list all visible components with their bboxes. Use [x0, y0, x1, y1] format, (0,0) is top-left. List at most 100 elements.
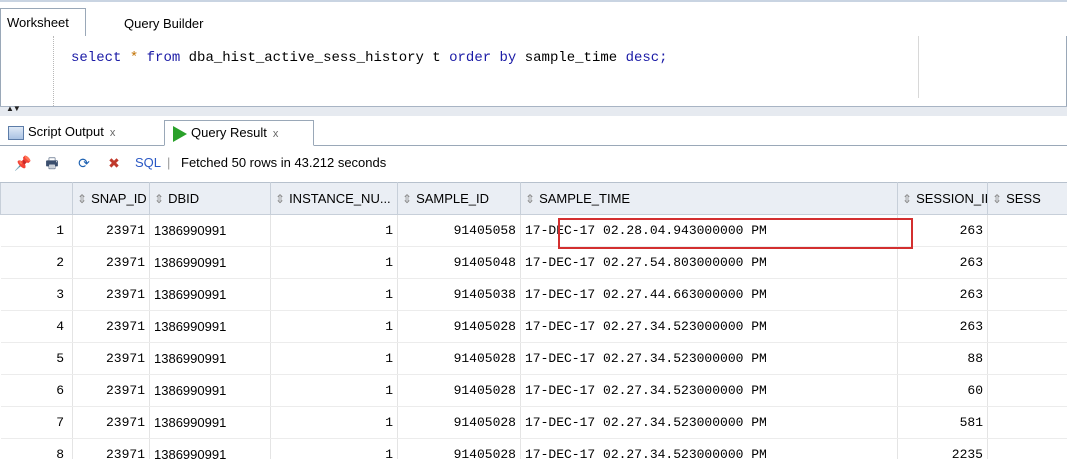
tab-query-result[interactable]: Query Result x: [164, 120, 314, 146]
cell-instance-number[interactable]: 1: [270, 438, 398, 459]
sort-icon[interactable]: ⇕: [77, 192, 87, 206]
cell-session-serial[interactable]: [987, 342, 1067, 375]
cell-sample-time[interactable]: 17-DEC-17 02.27.34.523000000 PM: [520, 342, 898, 375]
tab-script-output[interactable]: Script Output x: [4, 120, 162, 146]
cell-snap-id[interactable]: 23971: [72, 310, 150, 343]
sql-statement[interactable]: select * from dba_hist_active_sess_histo…: [71, 50, 668, 66]
cell-dbid[interactable]: 1386990991: [149, 342, 271, 375]
cell-instance-number[interactable]: 1: [270, 374, 398, 407]
cell-session-id[interactable]: 581: [897, 406, 988, 439]
column-header-sample-time[interactable]: ⇕ SAMPLE_TIME: [520, 182, 898, 215]
cell-session-serial[interactable]: [987, 406, 1067, 439]
cell-snap-id[interactable]: 23971: [72, 278, 150, 311]
cell-sample-id[interactable]: 91405058: [397, 214, 521, 247]
cell-sample-time[interactable]: 17-DEC-17 02.27.34.523000000 PM: [520, 406, 898, 439]
cell-sample-id[interactable]: 91405028: [397, 406, 521, 439]
cell-sample-id[interactable]: 91405028: [397, 310, 521, 343]
cell-dbid[interactable]: 1386990991: [149, 246, 271, 279]
print-icon[interactable]: 🖶: [44, 155, 60, 171]
sort-icon[interactable]: ⇕: [525, 192, 535, 206]
cell-sample-time[interactable]: 17-DEC-17 02.27.54.803000000 PM: [520, 246, 898, 279]
delete-icon[interactable]: ✖: [106, 155, 122, 171]
close-script-output-icon[interactable]: x: [110, 127, 116, 139]
row-number[interactable]: 1: [0, 214, 73, 247]
table-row[interactable]: 1 23971 1386990991 1 91405058 17-DEC-17 02.28…: [0, 214, 1067, 247]
cell-snap-id[interactable]: 23971: [72, 406, 150, 439]
cell-sample-id[interactable]: 91405028: [397, 438, 521, 459]
table-row[interactable]: 7 23971 1386990991 1 91405028 17-DEC-17 02.27…: [0, 406, 1067, 439]
cell-session-id[interactable]: 88: [897, 342, 988, 375]
sort-icon[interactable]: ⇕: [902, 192, 912, 206]
table-row[interactable]: 6 23971 1386990991 1 91405028 17-DEC-17 02.27…: [0, 374, 1067, 407]
cell-dbid[interactable]: 1386990991: [149, 438, 271, 459]
row-number[interactable]: 8: [0, 438, 73, 459]
cell-session-id[interactable]: 263: [897, 246, 988, 279]
row-number[interactable]: 4: [0, 310, 73, 343]
cell-instance-number[interactable]: 1: [270, 246, 398, 279]
cell-dbid[interactable]: 1386990991: [149, 278, 271, 311]
result-grid[interactable]: ⇕ SNAP_ID ⇕ DBID ⇕ INSTANCE_NU... ⇕ SAMPLE_I…: [0, 182, 1067, 459]
row-number[interactable]: 6: [0, 374, 73, 407]
cell-sample-id[interactable]: 91405028: [397, 374, 521, 407]
sort-icon[interactable]: ⇕: [154, 192, 164, 206]
cell-session-id[interactable]: 2235: [897, 438, 988, 459]
column-header-dbid[interactable]: ⇕ DBID: [149, 182, 271, 215]
cell-session-id[interactable]: 60: [897, 374, 988, 407]
cell-session-serial[interactable]: [987, 438, 1067, 459]
cell-session-serial[interactable]: [987, 310, 1067, 343]
column-header-snap-id[interactable]: ⇕ SNAP_ID: [72, 182, 150, 215]
cell-instance-number[interactable]: 1: [270, 310, 398, 343]
cell-sample-id[interactable]: 91405028: [397, 342, 521, 375]
cell-session-serial[interactable]: [987, 278, 1067, 311]
cell-sample-time[interactable]: 17-DEC-17 02.28.04.943000000 PM: [520, 214, 898, 247]
tab-query-builder[interactable]: Query Builder: [118, 10, 209, 38]
cell-session-serial[interactable]: [987, 246, 1067, 279]
cell-sample-id[interactable]: 91405048: [397, 246, 521, 279]
column-header-session-id[interactable]: ⇕ SESSION_ID: [897, 182, 988, 215]
cell-instance-number[interactable]: 1: [270, 406, 398, 439]
column-header-session-serial[interactable]: ⇕ SESS: [987, 182, 1067, 215]
cell-snap-id[interactable]: 23971: [72, 342, 150, 375]
sort-icon[interactable]: ⇕: [275, 192, 285, 206]
row-number[interactable]: 5: [0, 342, 73, 375]
cell-instance-number[interactable]: 1: [270, 342, 398, 375]
cell-dbid[interactable]: 1386990991: [149, 310, 271, 343]
cell-snap-id[interactable]: 23971: [72, 246, 150, 279]
cell-sample-time[interactable]: 17-DEC-17 02.27.34.523000000 PM: [520, 438, 898, 459]
table-row[interactable]: 4 23971 1386990991 1 91405028 17-DEC-17 02.27…: [0, 310, 1067, 343]
cell-dbid[interactable]: 1386990991: [149, 374, 271, 407]
pane-splitter[interactable]: ▲▼: [0, 104, 1067, 116]
table-row[interactable]: 2 23971 1386990991 1 91405048 17-DEC-17 02.27…: [0, 246, 1067, 279]
cell-snap-id[interactable]: 23971: [72, 374, 150, 407]
tab-worksheet[interactable]: Worksheet: [0, 8, 86, 36]
cell-sample-time[interactable]: 17-DEC-17 02.27.44.663000000 PM: [520, 278, 898, 311]
sql-button[interactable]: SQL: [135, 155, 161, 170]
cell-session-id[interactable]: 263: [897, 278, 988, 311]
table-row[interactable]: 5 23971 1386990991 1 91405028 17-DEC-17 02.27…: [0, 342, 1067, 375]
sql-editor[interactable]: select * from dba_hist_active_sess_histo…: [0, 36, 1067, 106]
cell-instance-number[interactable]: 1: [270, 214, 398, 247]
row-number[interactable]: 2: [0, 246, 73, 279]
cell-sample-time[interactable]: 17-DEC-17 02.27.34.523000000 PM: [520, 310, 898, 343]
close-query-result-icon[interactable]: x: [273, 128, 279, 140]
cell-session-serial[interactable]: [987, 214, 1067, 247]
column-header-instance-number[interactable]: ⇕ INSTANCE_NU...: [270, 182, 398, 215]
cell-dbid[interactable]: 1386990991: [149, 406, 271, 439]
sort-icon[interactable]: ⇕: [992, 192, 1002, 206]
row-number[interactable]: 7: [0, 406, 73, 439]
cell-dbid[interactable]: 1386990991: [149, 214, 271, 247]
cell-session-id[interactable]: 263: [897, 214, 988, 247]
table-row[interactable]: 3 23971 1386990991 1 91405038 17-DEC-17 02.27…: [0, 278, 1067, 311]
row-number[interactable]: 3: [0, 278, 73, 311]
cell-session-id[interactable]: 263: [897, 310, 988, 343]
cell-session-serial[interactable]: [987, 374, 1067, 407]
splitter-arrows-icon[interactable]: ▲▼: [6, 104, 21, 113]
cell-sample-time[interactable]: 17-DEC-17 02.27.34.523000000 PM: [520, 374, 898, 407]
sort-icon[interactable]: ⇕: [402, 192, 412, 206]
cell-sample-id[interactable]: 91405038: [397, 278, 521, 311]
cell-snap-id[interactable]: 23971: [72, 438, 150, 459]
cell-instance-number[interactable]: 1: [270, 278, 398, 311]
pin-icon[interactable]: 📌: [14, 155, 31, 171]
refresh-icon[interactable]: ⟳: [76, 155, 92, 171]
column-header-sample-id[interactable]: ⇕ SAMPLE_ID: [397, 182, 521, 215]
